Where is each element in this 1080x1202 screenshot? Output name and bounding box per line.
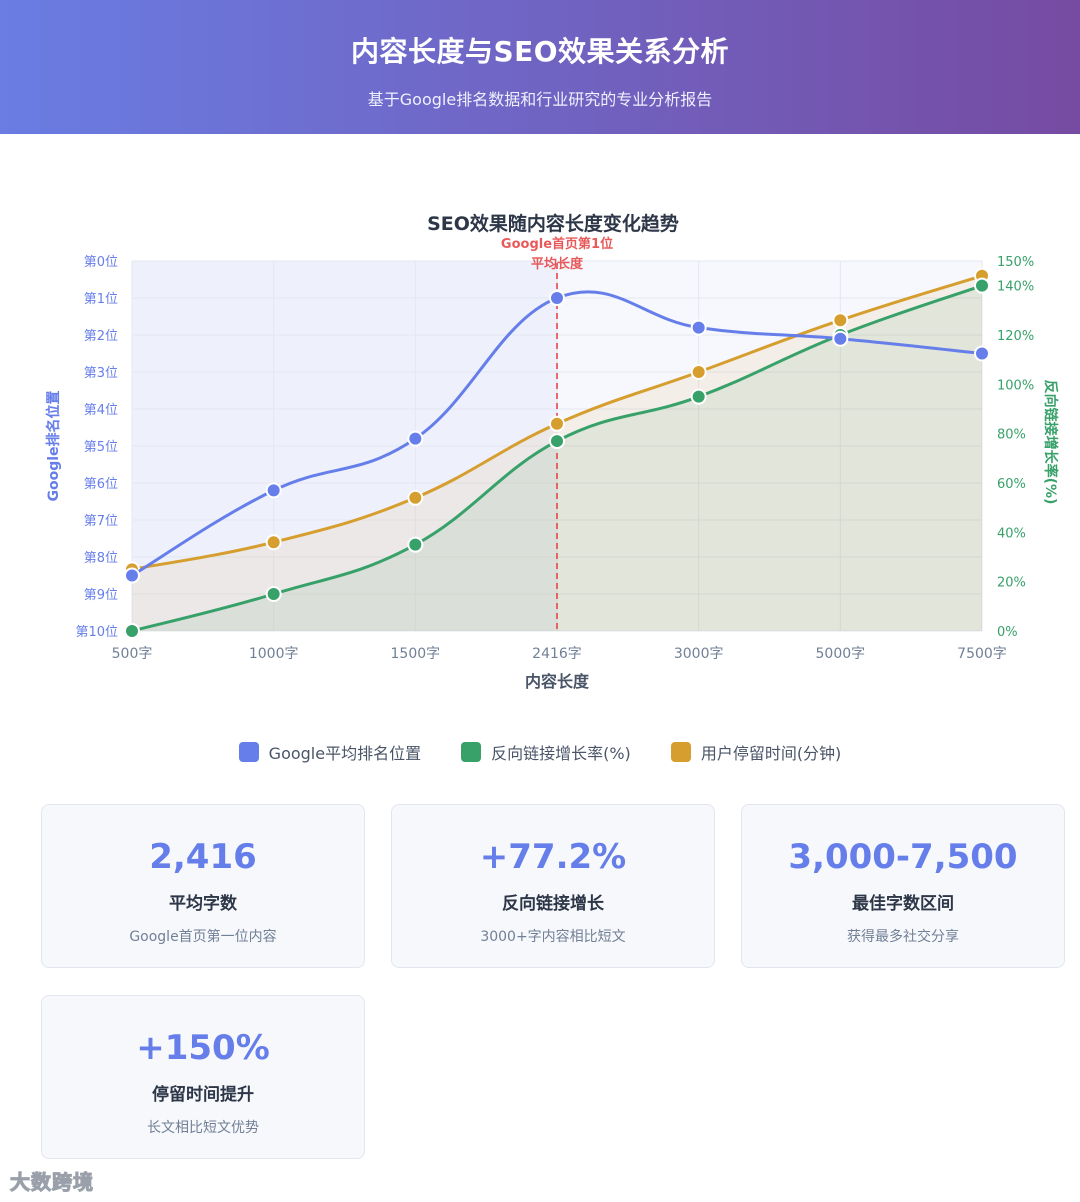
stat-label: 停留时间提升: [152, 1085, 254, 1105]
stat-desc: Google首页第一位内容: [129, 929, 277, 945]
y-left-tick-label: 第6位: [84, 477, 118, 492]
data-point: [265, 534, 282, 551]
stat-card-backlinks: +77.2% 反向链接增长 3000+字内容相比短文: [391, 804, 715, 968]
data-point: [407, 430, 424, 447]
x-tick-label: 1500字: [391, 646, 441, 662]
legend-label-ranking: Google平均排名位置: [268, 744, 422, 763]
y-left-tick-label: 第0位: [84, 255, 118, 270]
page-header: 内容长度与SEO效果关系分析 基于Google排名数据和行业研究的专业分析报告: [0, 0, 1080, 134]
y-right-tick-label: 40%: [997, 526, 1026, 541]
data-point: [549, 433, 565, 450]
chart-legend: Google平均排名位置 反向链接增长率(%) 用户停留时间(分钟): [0, 740, 1080, 764]
data-point: [974, 277, 990, 294]
y-left-tick-label: 第4位: [84, 403, 118, 418]
y-right-tick-label: 140%: [997, 280, 1034, 295]
stat-label: 反向链接增长: [502, 894, 604, 914]
stat-value: 3,000-7,500: [788, 837, 1018, 877]
stat-value: +77.2%: [479, 837, 627, 877]
y-left-axis-title: Google排名位置: [45, 390, 62, 501]
x-tick-label: 1000字: [249, 646, 299, 662]
stat-desc: 获得最多社交分享: [847, 929, 959, 945]
y-right-axis-title: 反向链接增长率(%): [1042, 380, 1059, 505]
data-point: [690, 319, 707, 336]
x-tick-label: 500字: [112, 646, 153, 662]
data-point: [690, 364, 707, 380]
seo-trend-chart: Google首页第1位平均长度 第0位第1位第2位第3位第4位第5位第6位第7位第…: [45, 212, 1059, 691]
legend-label-backlinks: 反向链接增长率(%): [491, 744, 631, 763]
stat-value: 2,416: [149, 837, 257, 877]
y-right-tick-label: 120%: [997, 329, 1034, 344]
data-point: [549, 415, 565, 432]
y-right-tick-label: 0%: [997, 625, 1018, 640]
legend-label-dwell-time: 用户停留时间(分钟): [700, 744, 842, 763]
stat-value: +150%: [136, 1028, 270, 1068]
y-left-tick-label: 第5位: [84, 440, 118, 455]
page-title: 内容长度与SEO效果关系分析: [350, 35, 730, 68]
y-right-tick-label: 20%: [997, 576, 1026, 591]
legend-item-ranking[interactable]: Google平均排名位置: [238, 740, 422, 764]
chart-title: SEO效果随内容长度变化趋势: [427, 212, 679, 235]
legend-swatch-ranking: [238, 742, 259, 762]
y-right-tick-label: 100%: [997, 378, 1034, 393]
data-point: [549, 290, 565, 306]
legend-swatch-dwell-time: [670, 742, 691, 762]
x-tick-label: 7500字: [957, 646, 1007, 662]
legend-item-backlinks[interactable]: 反向链接增长率(%): [461, 740, 631, 764]
page-subtitle: 基于Google排名数据和行业研究的专业分析报告: [367, 90, 713, 109]
y-left-tick-label: 第10位: [75, 625, 118, 640]
data-point: [265, 482, 282, 499]
data-point: [265, 586, 282, 602]
data-point: [832, 330, 849, 347]
y-right-tick-label: 80%: [997, 428, 1026, 443]
legend-item-dwell-time[interactable]: 用户停留时间(分钟): [670, 740, 842, 764]
watermark-logo: 大数跨境: [10, 1170, 94, 1195]
y-left-tick-label: 第2位: [84, 329, 118, 344]
chart-container: Google首页第1位 平均长度 第0位第1位第2位第3位第4位第5位第6位第7位第…: [0, 196, 1080, 706]
data-point: [832, 312, 849, 329]
y-left-tick-label: 第8位: [84, 551, 118, 566]
annotation-label: Google首页第1位: [501, 236, 613, 252]
y-left-tick-label: 第9位: [84, 588, 118, 603]
y-left-tick-label: 第1位: [84, 292, 118, 307]
data-point: [690, 388, 707, 405]
y-left-tick-label: 第3位: [84, 366, 118, 381]
data-point: [974, 345, 990, 362]
stat-card-dwell-time: +150% 停留时间提升 长文相比短文优势: [41, 995, 365, 1159]
stat-card-best-range: 3,000-7,500 最佳字数区间 获得最多社交分享: [741, 804, 1065, 968]
y-left-tick-label: 第7位: [84, 514, 118, 529]
stat-label: 平均字数: [169, 894, 237, 914]
stat-desc: 3000+字内容相比短文: [480, 929, 626, 945]
x-axis-title: 内容长度: [525, 672, 590, 691]
stat-label: 最佳字数区间: [852, 894, 954, 914]
y-right-tick-label: 60%: [997, 477, 1026, 492]
stat-desc: 长文相比短文优势: [147, 1120, 259, 1136]
data-point: [124, 567, 140, 584]
x-tick-label: 5000字: [816, 646, 866, 662]
data-point: [124, 623, 140, 639]
annotation-label: 平均长度: [531, 256, 584, 272]
y-right-tick-label: 150%: [997, 255, 1034, 270]
stat-card-avg-words: 2,416 平均字数 Google首页第一位内容: [41, 804, 365, 968]
legend-swatch-backlinks: [461, 742, 482, 762]
data-point: [407, 489, 424, 506]
x-tick-label: 3000字: [674, 646, 724, 662]
data-point: [407, 536, 424, 553]
x-tick-label: 2416字: [532, 646, 582, 662]
